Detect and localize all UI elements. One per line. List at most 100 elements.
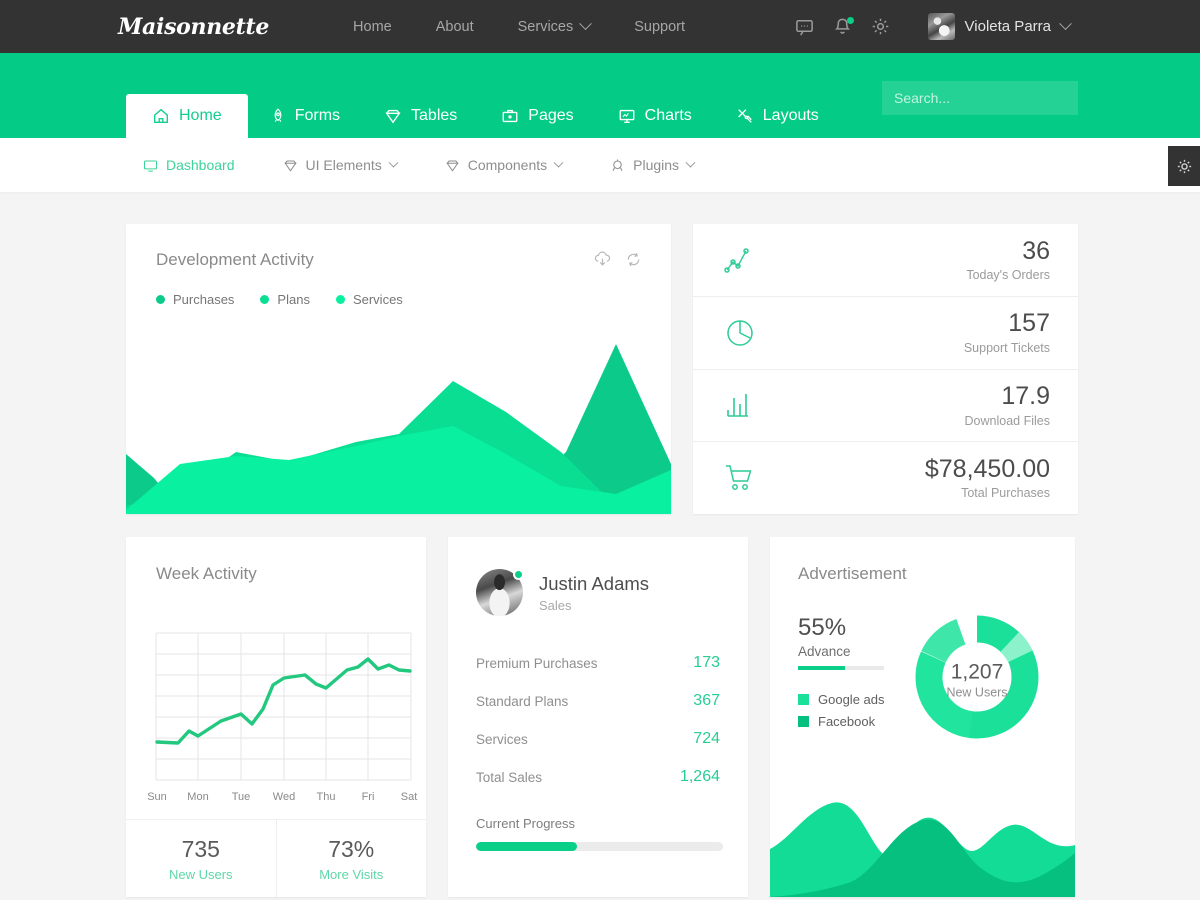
topnav-label: Home (353, 18, 392, 35)
advertisement-legend: Google ads Facebook (798, 692, 910, 729)
tab-charts[interactable]: Charts (596, 94, 714, 138)
legend-label: Purchases (173, 292, 235, 307)
pie-chart-icon (727, 319, 753, 346)
list-item-label: Services (476, 731, 528, 747)
topnav-item-home[interactable]: Home (331, 19, 414, 35)
search-box[interactable] (882, 81, 1078, 115)
topnav-item-about[interactable]: About (414, 19, 496, 35)
stat-value: 36 (1022, 236, 1050, 265)
user-name: Violeta Parra (964, 18, 1051, 35)
brand-logo[interactable]: Maisonnette (118, 14, 269, 40)
top-bar-actions: Violeta Parra (786, 0, 1072, 53)
tab-pages[interactable]: Pages (479, 94, 595, 138)
topnav-item-services[interactable]: Services (496, 17, 613, 35)
page-title: Development Activity (156, 250, 314, 269)
tab-layouts[interactable]: Layouts (714, 94, 841, 138)
topnav-label: Services (517, 18, 574, 35)
tab-forms[interactable]: Forms (248, 94, 362, 138)
legend-item: Facebook (798, 714, 910, 729)
tab-label: Home (179, 107, 222, 124)
stat-label: Today's Orders (966, 268, 1050, 283)
stat-label: New Users (168, 866, 233, 882)
advance-progress-fill (798, 666, 846, 670)
card-header: Development Activity (126, 224, 671, 270)
settings-panel-toggle[interactable] (1168, 146, 1200, 186)
search-input[interactable] (894, 90, 1075, 106)
page-title: Advertisement (798, 564, 907, 583)
cart-icon (726, 465, 752, 491)
advance-label: Advance (798, 644, 851, 659)
cloud-download-icon[interactable] (593, 250, 612, 269)
bell-icon[interactable] (824, 8, 862, 46)
week-activity-card: Week Activity Sun Mon Tue Wed Thu Fri Sa… (126, 537, 426, 897)
rocket-icon (274, 108, 282, 122)
sidebar-item-ui-elements[interactable]: UI Elements (283, 157, 399, 173)
stat-value: 17.9 (1001, 382, 1050, 411)
week-activity-footer: 735 New Users 73% More Visits (126, 819, 426, 897)
line-chart-icon (724, 248, 749, 273)
axis-tick-label: Fri (362, 791, 375, 803)
list-item-label: Standard Plans (476, 693, 569, 709)
chevron-down-icon (388, 157, 399, 168)
advance-metric: 55% Advance Google ads Facebook (798, 614, 910, 736)
axis-tick-label: Tue (232, 791, 251, 803)
plug-icon (612, 159, 623, 171)
development-activity-card: Development Activity Purchases Plans Ser… (126, 224, 671, 514)
list-item: Total Sales 1,264 (476, 758, 720, 796)
tab-label: Layouts (762, 107, 819, 124)
dashboard-row-1: Development Activity Purchases Plans Ser… (126, 224, 1078, 514)
tab-label: Pages (528, 107, 574, 124)
axis-tick-label: Wed (273, 791, 295, 803)
subnav-label: Components (467, 157, 548, 173)
topnav-label: Support (634, 18, 686, 35)
page-title: Week Activity (156, 564, 257, 583)
chart-legend: Purchases Plans Services (126, 270, 671, 307)
tools-icon (737, 109, 752, 123)
week-stat-new-users: 735 New Users (126, 820, 276, 897)
sidebar-item-components[interactable]: Components (445, 157, 564, 173)
subnav-label: Dashboard (166, 157, 235, 173)
diamond-icon (445, 159, 459, 172)
topnav-item-support[interactable]: Support (612, 19, 707, 35)
current-progress: Current Progress (476, 816, 723, 851)
topnav-label: About (435, 18, 474, 35)
legend-label: Services (352, 292, 403, 307)
donut-label: New Users (946, 685, 1008, 699)
gear-icon[interactable] (862, 8, 900, 46)
stat-values: $78,450.00 Total Purchases (924, 454, 1050, 500)
axis-tick-label: Sat (401, 791, 418, 803)
status-badge (513, 569, 524, 580)
list-item-value: 173 (693, 654, 720, 671)
legend-item: Plans (260, 292, 310, 307)
donut-chart-wrapper: 1,207 New Users (914, 614, 1040, 745)
tab-label: Tables (411, 107, 458, 124)
week-stat-more-visits: 73% More Visits (275, 820, 427, 897)
stat-label: More Visits (319, 866, 384, 882)
sidebar-item-plugins[interactable]: Plugins (610, 157, 696, 173)
top-bar: Maisonnette Home About Services Support … (0, 0, 1200, 53)
advance-percent: 55% (798, 614, 847, 641)
chevron-down-icon (685, 157, 696, 168)
chevron-down-icon (579, 17, 593, 31)
tab-home[interactable]: Home (126, 94, 248, 138)
refresh-icon[interactable] (624, 250, 643, 269)
dashboard-row-2: Week Activity Sun Mon Tue Wed Thu Fri Sa… (126, 537, 1078, 897)
progress-label: Current Progress (476, 816, 575, 831)
top-navigation: Home About Services Support (331, 17, 707, 35)
stat-label: Download Files (964, 413, 1050, 428)
advertisement-area-chart (770, 802, 1075, 897)
list-item-label: Total Sales (476, 769, 543, 785)
sidebar-item-dashboard[interactable]: Dashboard (143, 157, 235, 173)
diamond-icon (385, 109, 401, 124)
advertisement-body: 55% Advance Google ads Facebook 1,207 Ne… (770, 584, 1075, 745)
stat-value: $78,450.00 (924, 454, 1050, 483)
stat-support-tickets: 157 Support Tickets (693, 297, 1078, 370)
tab-label: Forms (294, 107, 341, 124)
user-menu[interactable]: Violeta Parra (927, 13, 1072, 40)
progress-fill (476, 842, 578, 851)
subnav-label: UI Elements (305, 157, 382, 173)
list-item-value: 367 (693, 692, 720, 709)
stat-label: Support Tickets (963, 340, 1050, 355)
message-icon[interactable] (786, 8, 824, 46)
tab-tables[interactable]: Tables (362, 94, 479, 138)
